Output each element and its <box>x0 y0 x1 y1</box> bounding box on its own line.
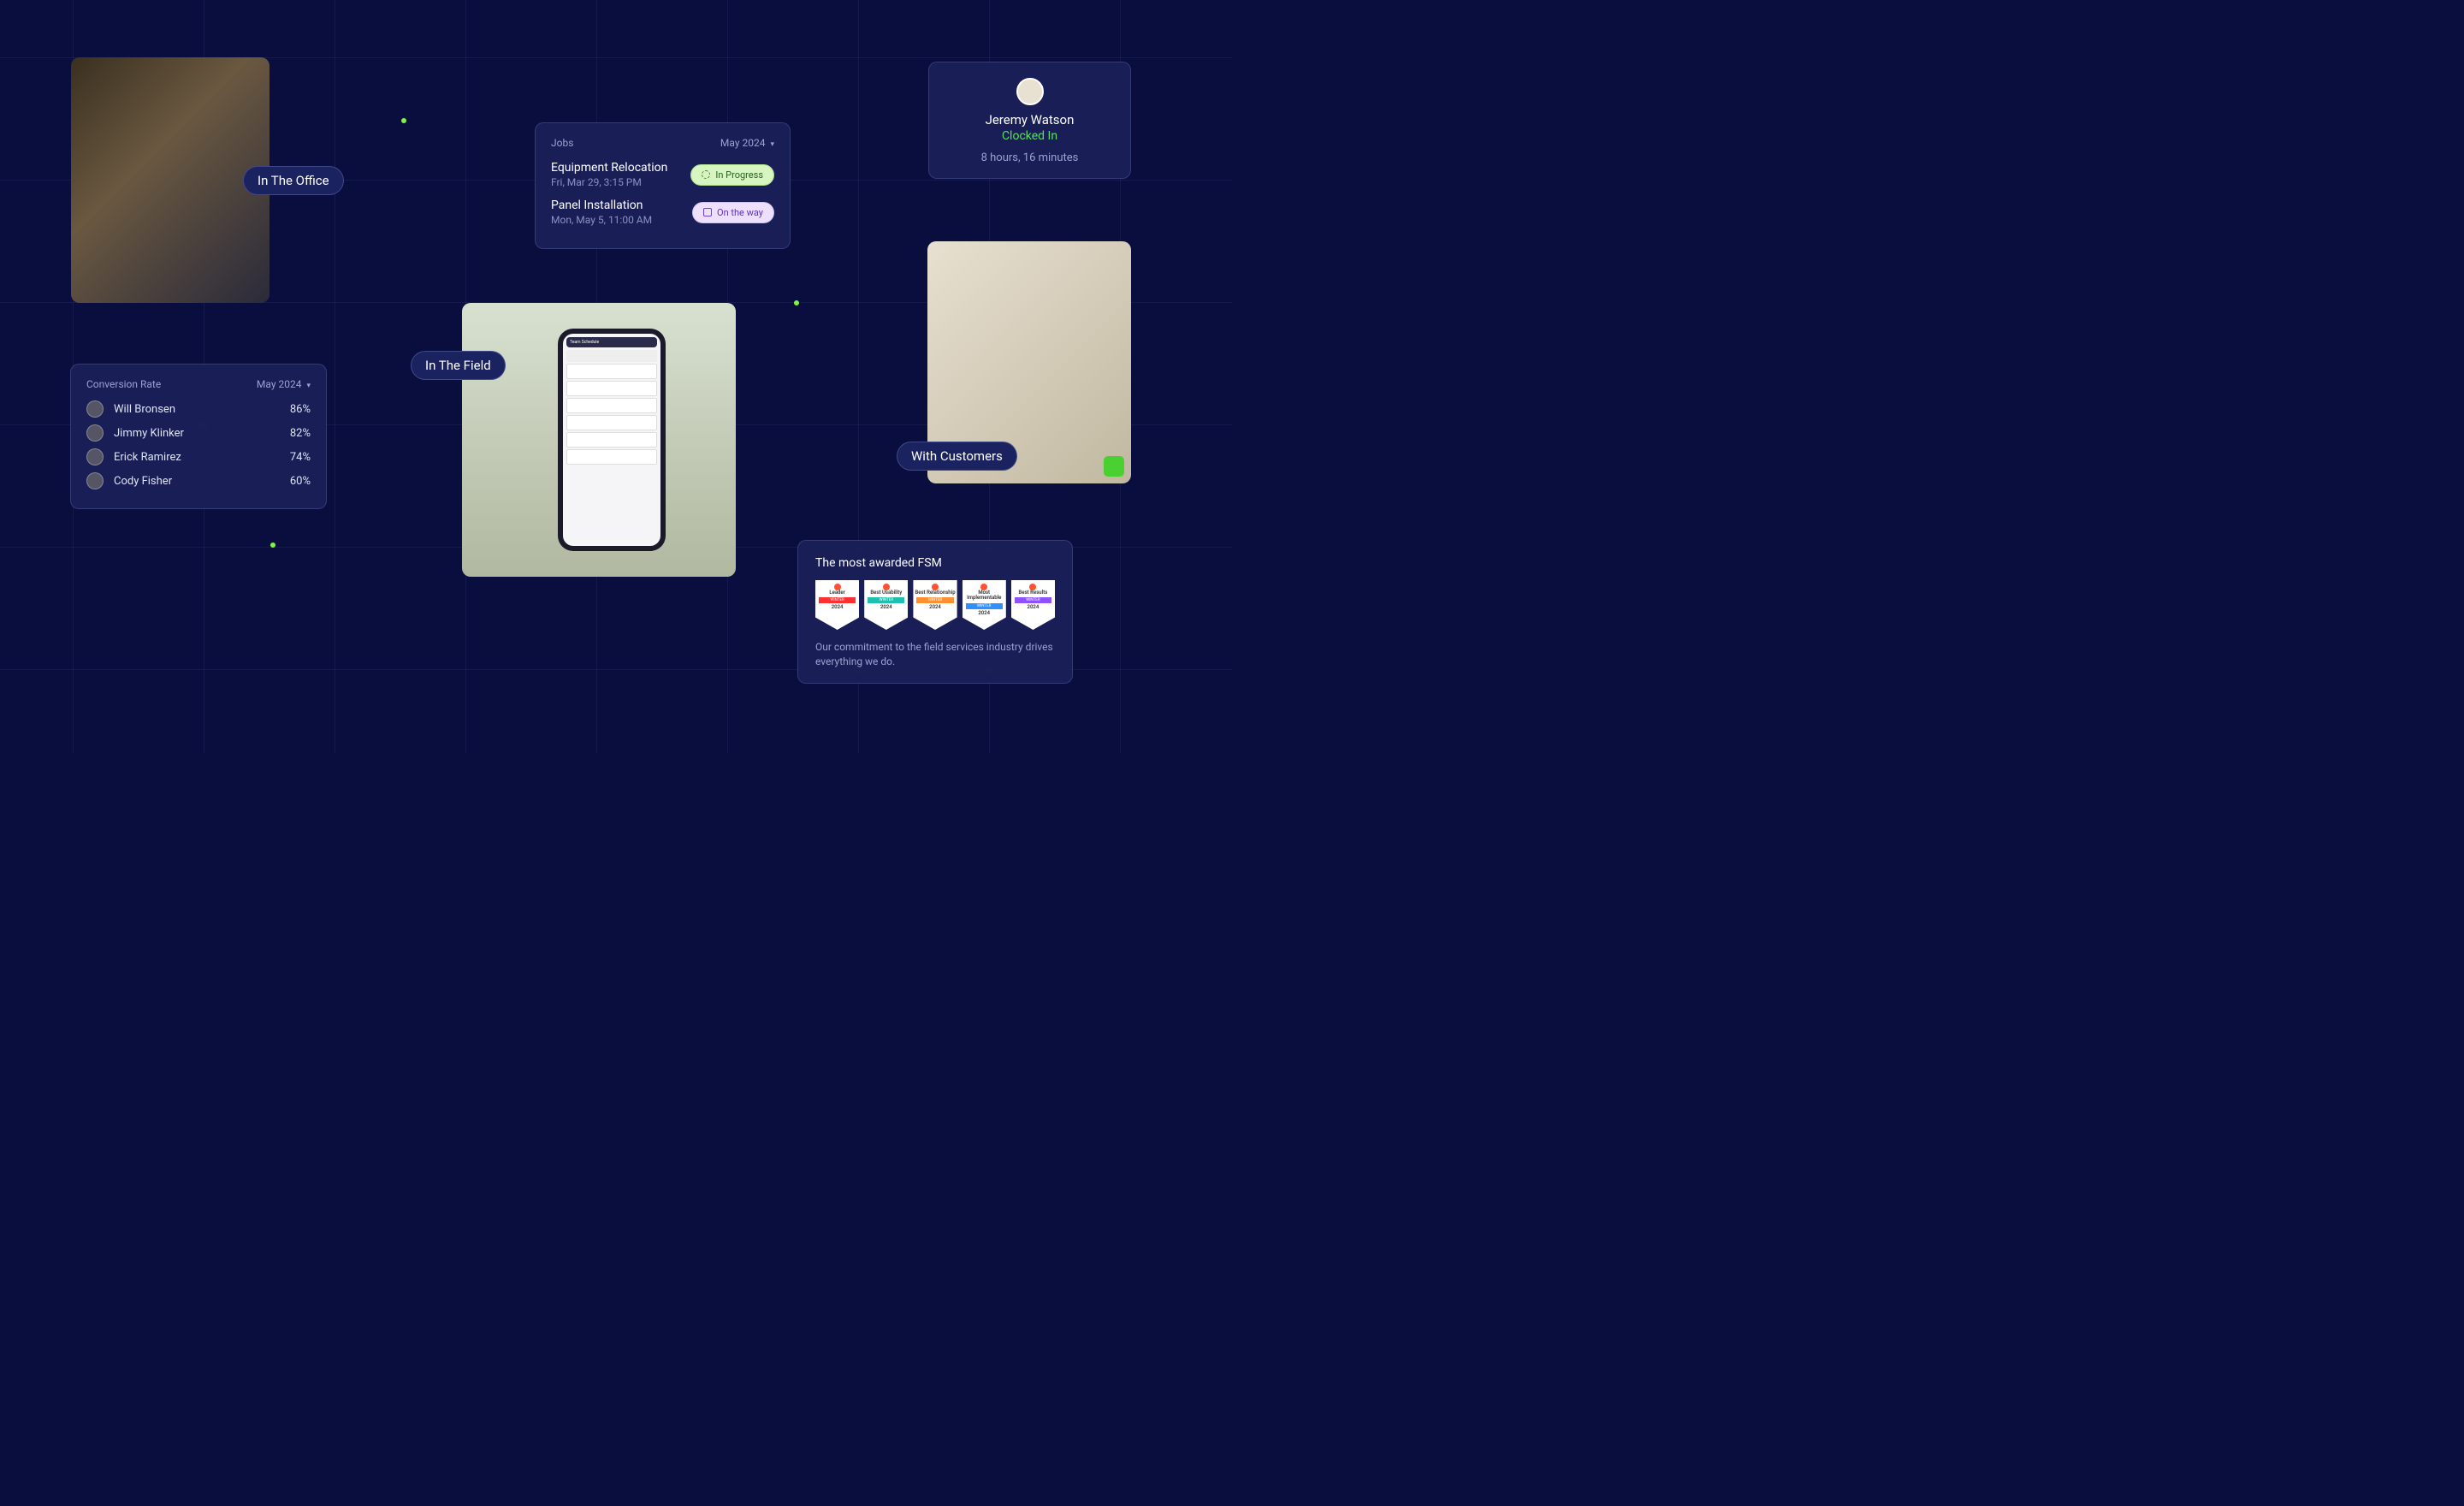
job-row[interactable]: Panel Installation Mon, May 5, 11:00 AM … <box>551 199 774 226</box>
award-season: WINTER <box>916 597 953 603</box>
status-label: In Progress <box>715 169 763 181</box>
award-category: Most Implementable <box>962 590 1006 602</box>
award-year: 2024 <box>929 604 941 610</box>
conversion-period-label: May 2024 <box>257 378 302 390</box>
avatar <box>86 448 104 465</box>
logo-icon <box>1104 456 1124 477</box>
awards-title: The most awarded FSM <box>815 556 1055 570</box>
job-time: Fri, Mar 29, 3:15 PM <box>551 176 667 188</box>
award-category: Best Results <box>1011 590 1055 596</box>
phone-mockup: Team Schedule <box>558 329 666 551</box>
conversion-percent: 60% <box>290 475 311 488</box>
award-year: 2024 <box>1028 604 1040 610</box>
award-year: 2024 <box>880 604 892 610</box>
conversion-percent: 82% <box>290 427 311 440</box>
award-badge: Most Implementable WINTER 2024 <box>962 580 1006 630</box>
jobs-period-label: May 2024 <box>720 137 766 149</box>
job-title: Panel Installation <box>551 199 652 212</box>
office-photo <box>71 57 270 303</box>
conversion-rate-card: Conversion Rate May 2024 ▾ Will Bronsen 8… <box>70 364 327 509</box>
conversion-title: Conversion Rate <box>86 378 161 390</box>
conversion-period-selector[interactable]: May 2024 ▾ <box>257 378 311 390</box>
conversion-row: Jimmy Klinker 82% <box>86 424 311 442</box>
avatar <box>1016 78 1044 105</box>
conversion-row: Cody Fisher 60% <box>86 472 311 489</box>
spinner-icon <box>702 170 710 179</box>
phone-header: Team Schedule <box>566 337 657 347</box>
award-season: WINTER <box>966 603 1003 609</box>
decorative-dot <box>270 543 275 548</box>
award-badges-row: Leader WINTER 2024 Best Usability WINTER… <box>815 580 1055 630</box>
employee-name: Erick Ramirez <box>114 451 290 464</box>
decorative-dot <box>794 300 799 305</box>
conversion-row: Erick Ramirez 74% <box>86 448 311 465</box>
clock-duration: 8 hours, 16 minutes <box>939 151 1120 164</box>
job-time: Mon, May 5, 11:00 AM <box>551 214 652 226</box>
phone-screen: Team Schedule <box>563 334 660 546</box>
award-season: WINTER <box>868 597 904 603</box>
status-label: On the way <box>717 207 763 218</box>
field-photo: Team Schedule <box>462 303 736 577</box>
awards-description: Our commitment to the field services ind… <box>815 640 1055 669</box>
avatar <box>86 424 104 442</box>
award-badge: Leader WINTER 2024 <box>815 580 859 630</box>
award-year: 2024 <box>978 610 990 616</box>
avatar <box>86 472 104 489</box>
employee-name: Will Bronsen <box>114 403 290 416</box>
conversion-percent: 86% <box>290 403 311 416</box>
employee-name: Cody Fisher <box>114 475 290 488</box>
job-title: Equipment Relocation <box>551 161 667 175</box>
status-badge-in-progress: In Progress <box>690 164 774 186</box>
pill-field: In The Field <box>411 351 506 380</box>
employee-name: Jeremy Watson <box>939 112 1120 127</box>
award-season: WINTER <box>1015 597 1051 603</box>
clock-status: Clocked In <box>939 129 1120 143</box>
jobs-card: Jobs May 2024 ▾ Equipment Relocation Fri,… <box>535 122 791 249</box>
status-badge-on-the-way: On the way <box>692 202 774 223</box>
conversion-percent: 74% <box>290 451 311 464</box>
award-category: Leader <box>815 590 859 596</box>
pill-office: In The Office <box>243 166 344 195</box>
awards-card: The most awarded FSM Leader WINTER 2024 … <box>797 540 1073 684</box>
jobs-title: Jobs <box>551 137 573 149</box>
chevron-down-icon: ▾ <box>770 140 774 149</box>
award-season: WINTER <box>819 597 856 603</box>
decorative-dot <box>401 118 406 123</box>
employee-name: Jimmy Klinker <box>114 427 290 440</box>
pill-customers: With Customers <box>897 442 1017 471</box>
award-category: Best Relationship <box>913 590 957 596</box>
conversion-row: Will Bronsen 86% <box>86 400 311 418</box>
map-pin-icon <box>703 208 712 216</box>
award-badge: Best Usability WINTER 2024 <box>864 580 908 630</box>
job-row[interactable]: Equipment Relocation Fri, Mar 29, 3:15 P… <box>551 161 774 188</box>
award-category: Best Usability <box>864 590 908 596</box>
jobs-period-selector[interactable]: May 2024 ▾ <box>720 137 774 149</box>
chevron-down-icon: ▾ <box>306 382 311 390</box>
clocked-in-card: Jeremy Watson Clocked In 8 hours, 16 min… <box>928 62 1131 179</box>
award-badge: Best Results WINTER 2024 <box>1011 580 1055 630</box>
award-year: 2024 <box>832 604 844 610</box>
avatar <box>86 400 104 418</box>
award-badge: Best Relationship WINTER 2024 <box>913 580 957 630</box>
